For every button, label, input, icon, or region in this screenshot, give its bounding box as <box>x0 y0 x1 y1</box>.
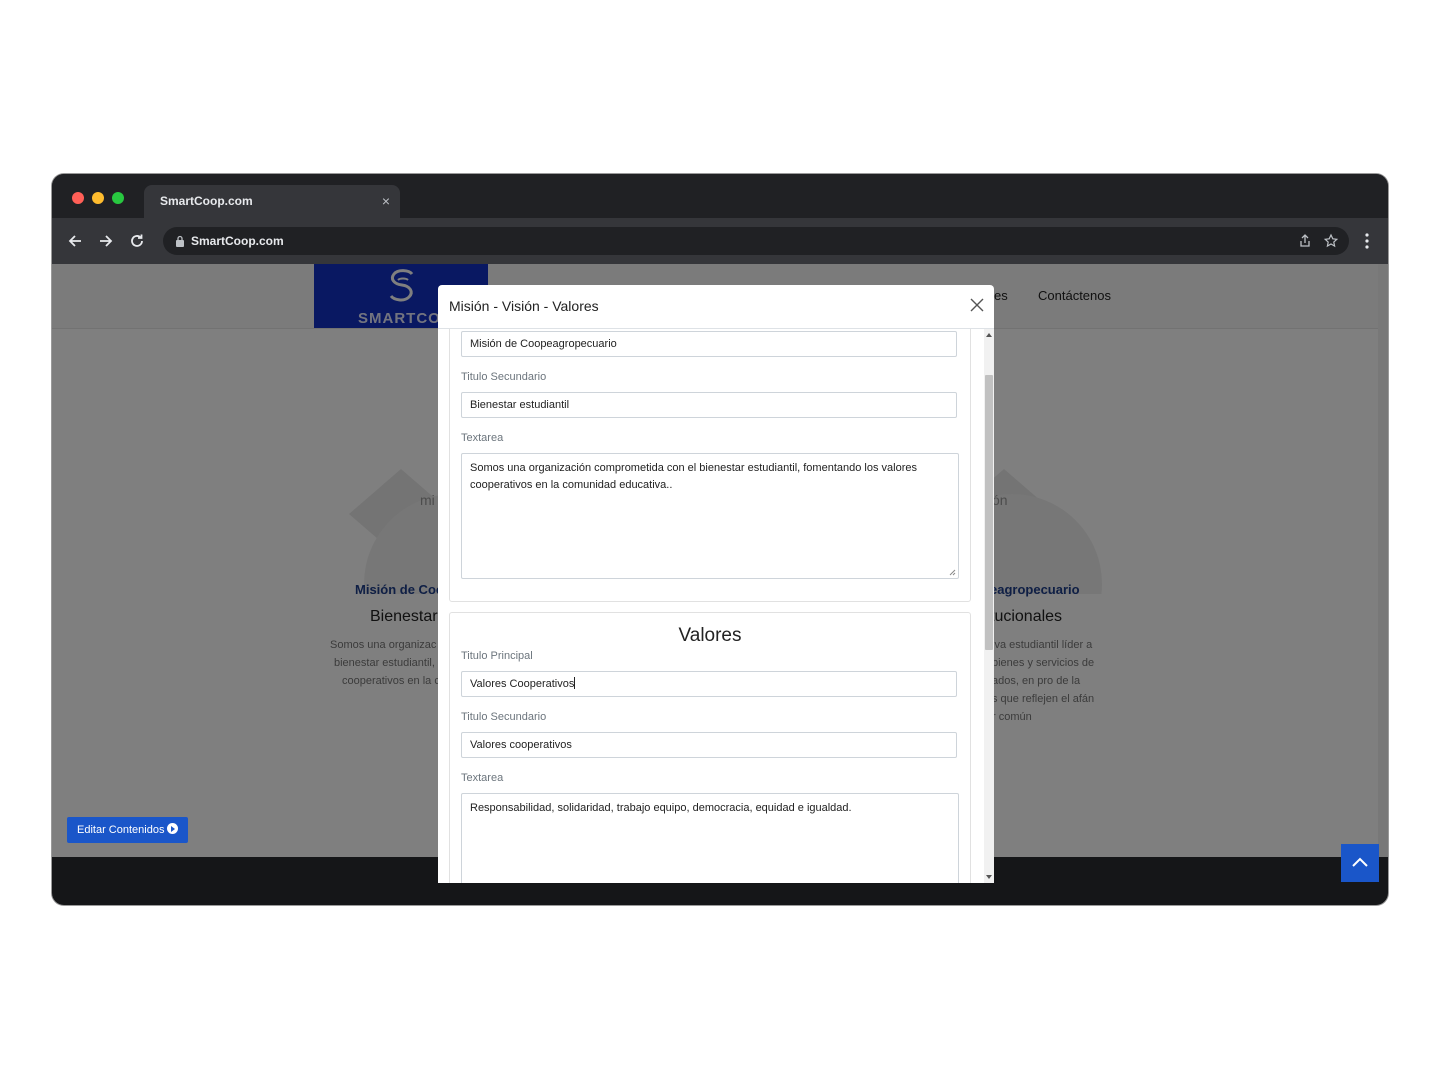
mision-textarea-text: Somos una organización comprometida con … <box>470 462 917 491</box>
maximize-window-button[interactable] <box>112 192 124 204</box>
address-bar[interactable]: SmartCoop.com <box>163 227 1349 255</box>
forward-arrow-icon[interactable] <box>97 232 115 250</box>
page-viewport: SMARTCOOP es Contáctenos mi Misión de Co… <box>52 264 1388 905</box>
modal-scrollbar[interactable] <box>984 329 994 883</box>
edit-modal: Misión - Visión - Valores Misión de Coop… <box>438 285 994 883</box>
modal-body[interactable]: Misión de Coopeagropecuario Titulo Secun… <box>438 329 984 883</box>
valores-titulo-secundario-input[interactable]: Valores cooperativos <box>461 732 957 758</box>
valores-titulo-principal-input[interactable]: Valores Cooperativos <box>461 671 957 697</box>
close-window-button[interactable] <box>72 192 84 204</box>
modal-title: Misión - Visión - Valores <box>449 298 599 314</box>
reload-icon[interactable] <box>128 232 146 250</box>
titulo-secundario-label: Titulo Secundario <box>461 711 547 723</box>
edit-contents-button[interactable]: Editar Contenidos <box>67 817 189 843</box>
scroll-down-arrow-icon[interactable] <box>986 875 992 879</box>
minimize-window-button[interactable] <box>92 192 104 204</box>
valores-heading: Valores <box>678 625 742 646</box>
browser-toolbar: SmartCoop.com <box>52 218 1388 264</box>
tab-title: SmartCoop.com <box>160 194 253 208</box>
browser-window: SmartCoop.com × SmartCoop.com SMARTCOOP … <box>52 174 1388 905</box>
modal-scroll-thumb[interactable] <box>985 375 993 650</box>
textarea-label: Textarea <box>461 432 504 444</box>
edit-button-label: Editar Contenidos <box>77 824 165 836</box>
mision-titulo-principal-input[interactable]: Misión de Coopeagropecuario <box>461 331 957 357</box>
resize-handle-icon[interactable] <box>949 569 956 576</box>
text-cursor <box>574 677 576 689</box>
back-arrow-icon[interactable] <box>66 232 84 250</box>
share-icon[interactable] <box>1297 233 1313 249</box>
valores-section: Valores Titulo Principal Valores Coopera… <box>449 612 971 883</box>
textarea-label: Textarea <box>461 772 504 784</box>
tab-strip: SmartCoop.com × <box>52 174 1388 218</box>
lock-icon <box>176 235 184 247</box>
scroll-up-arrow-icon[interactable] <box>986 333 992 337</box>
tab-close-icon[interactable]: × <box>382 193 390 209</box>
scroll-to-top-button[interactable] <box>1341 844 1379 882</box>
close-icon[interactable] <box>970 298 984 312</box>
mision-section: Misión de Coopeagropecuario Titulo Secun… <box>449 329 971 602</box>
titulo-secundario-label: Titulo Secundario <box>461 371 547 383</box>
titulo-principal-label: Titulo Principal <box>461 650 533 662</box>
modal-header: Misión - Visión - Valores <box>438 285 994 329</box>
url-text: SmartCoop.com <box>191 234 284 248</box>
mision-titulo-secundario-input[interactable]: Bienestar estudiantil <box>461 392 957 418</box>
browser-menu-icon[interactable] <box>1358 232 1376 250</box>
play-circle-icon <box>167 823 179 834</box>
bookmark-star-icon[interactable] <box>1323 233 1339 249</box>
browser-tab[interactable]: SmartCoop.com × <box>144 185 400 218</box>
mision-textarea[interactable]: Somos una organización comprometida con … <box>461 453 959 579</box>
valores-textarea[interactable]: Responsabilidad, solidaridad, trabajo eq… <box>461 793 959 883</box>
